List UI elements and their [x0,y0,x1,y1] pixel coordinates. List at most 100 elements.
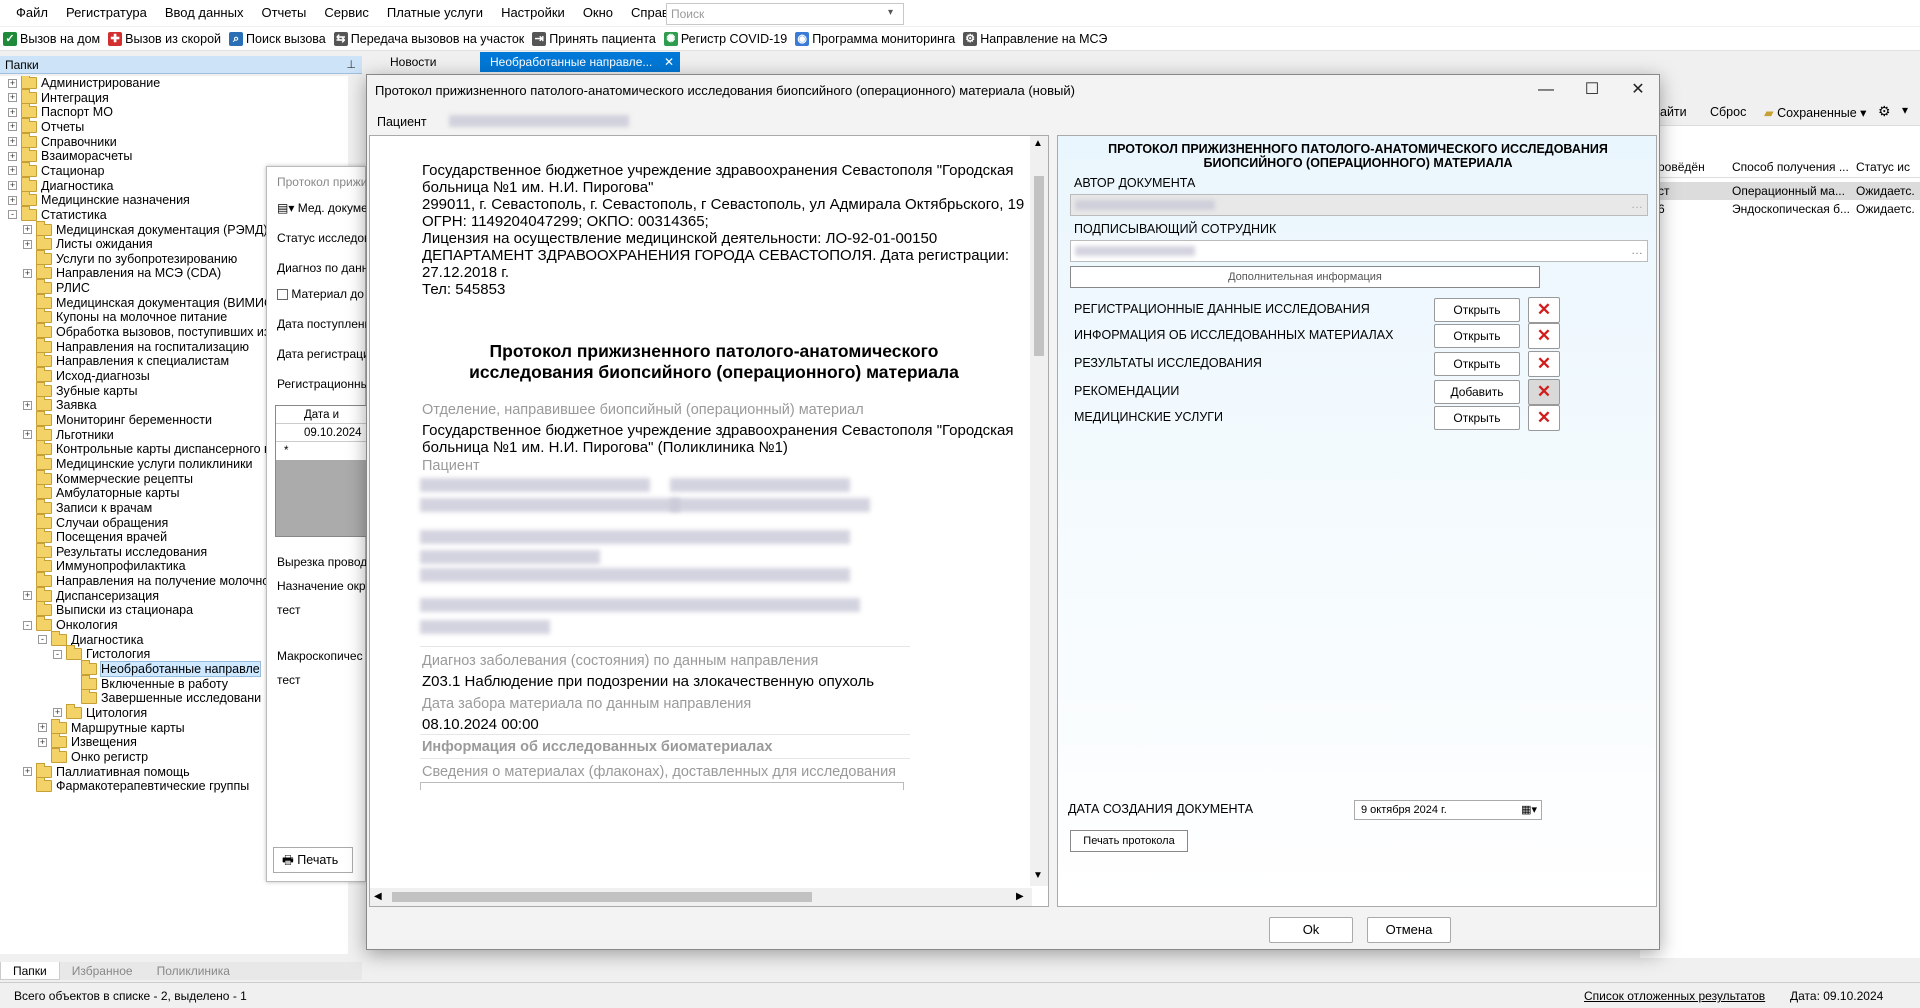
add-button[interactable]: Добавить [1434,380,1520,404]
maximize-icon[interactable]: ☐ [1569,77,1615,103]
author-field[interactable]: … [1070,194,1648,216]
expand-icon[interactable]: + [23,591,32,601]
chevron-down-icon[interactable]: ▾ [1902,103,1908,117]
more-icon[interactable]: … [1631,243,1643,257]
checkbox-icon[interactable] [277,289,288,301]
menu-item[interactable]: Регистратура [57,0,156,26]
toolbar-button[interactable]: ⇥ Принять пациента [529,28,661,50]
expand-icon[interactable]: + [23,239,32,249]
expand-icon[interactable]: + [38,737,47,747]
collapse-icon[interactable]: - [8,210,17,220]
open-button[interactable]: Открыть [1434,324,1520,348]
delete-icon[interactable]: ✕ [1528,297,1560,323]
chevron-up-icon[interactable]: ▲ [1033,138,1043,149]
toolbar-button[interactable]: ⌕ Поиск вызова [226,28,331,50]
chevron-down-icon[interactable]: ▾ [888,7,893,18]
expand-icon[interactable]: + [8,181,17,191]
open-button[interactable]: Открыть [1434,352,1520,376]
expand-icon[interactable]: + [8,122,17,132]
created-date-picker[interactable]: 9 октября 2024 г. ▦▾ [1354,800,1542,820]
expand-icon[interactable]: + [23,225,32,234]
print-button[interactable]: 🖶 Печать [273,847,353,873]
expand-icon[interactable]: + [53,708,62,718]
delete-icon[interactable]: ✕ [1528,351,1560,377]
collapse-icon[interactable]: - [38,635,47,645]
chevron-right-icon[interactable]: ▶ [1016,891,1024,902]
menu-item[interactable]: Сервис [315,0,378,26]
search-input[interactable] [666,3,904,25]
open-button[interactable]: Открыть [1434,406,1520,430]
expand-icon[interactable]: + [8,107,17,117]
minimize-icon[interactable]: — [1523,77,1569,103]
toolbar-button[interactable]: ⇆ Передача вызовов на участок [331,28,530,50]
toolbar-button[interactable]: ◉ Программа мониторинга [792,28,960,50]
tab-favorites[interactable]: Избранное [60,962,145,980]
open-button[interactable]: Открыть [1434,298,1520,322]
menu-item[interactable]: Файл [0,0,57,26]
tab-news[interactable]: Новости [380,52,446,72]
expand-icon[interactable]: + [38,723,47,733]
toolbar-button[interactable]: ✓ Вызов на дом [0,28,105,50]
cancel-button[interactable]: Отмена [1367,917,1451,943]
close-icon[interactable]: ✕ [664,52,674,72]
table-row[interactable]: ст Операционный ма... Ожидаетс. [1658,182,1920,200]
toolbar-button[interactable]: ✚ Вызов из скорой [105,28,226,50]
tab-polyclinic[interactable]: Поликлиника [145,962,242,980]
col-header[interactable]: Способ получения ... [1732,160,1849,174]
macro-value[interactable]: тест [277,673,301,687]
print-protocol-button[interactable]: Печать протокола [1070,830,1188,852]
horizontal-scrollbar[interactable]: ◀ ▶ [370,888,1032,906]
chevron-down-icon[interactable]: ▼ [1033,870,1043,881]
tab-folders[interactable]: Папки [0,962,60,980]
table-row[interactable]: 6 Эндоскопическая б... Ожидаетс. [1658,200,1920,218]
col-header[interactable]: ровёдён [1658,160,1705,174]
settings-icon[interactable]: ⚙ [1878,103,1891,120]
tree-node[interactable]: Фармакотерапевтические группы [23,777,249,795]
table-row[interactable]: 09.10.2024 0 [276,424,368,457]
expand-icon[interactable]: + [8,166,17,176]
col-header[interactable]: Дата и врем [276,406,368,439]
toolbar-button[interactable]: ✺ Регистр COVID-19 [661,28,792,50]
new-row-marker[interactable]: * [276,442,368,460]
saved-filters-button[interactable]: ▰ Сохраненные ▾ [1764,105,1866,120]
scrollbar-thumb[interactable] [392,892,812,902]
signer-field[interactable]: … [1070,240,1648,262]
scrollbar-thumb[interactable] [1034,176,1044,356]
menu-item[interactable]: Платные услуги [378,0,492,26]
menu-item[interactable]: Окно [574,0,622,26]
purpose-value[interactable]: тест [277,603,301,617]
collapse-icon[interactable]: - [23,620,32,630]
expand-icon[interactable]: + [23,268,32,278]
menu-item[interactable]: Отчеты [252,0,315,26]
reset-button[interactable]: Сброс [1710,105,1746,119]
close-icon[interactable]: ✕ [1615,77,1661,103]
menu-item[interactable]: Ввод данных [156,0,253,26]
expand-icon[interactable]: + [23,767,32,777]
toolbar-button[interactable]: ⚙ Направление на МСЭ [960,28,1112,50]
vertical-scrollbar[interactable]: ▲ ▼ [1030,136,1048,886]
expand-icon[interactable]: + [23,430,32,440]
menu-item[interactable]: Настройки [492,0,574,26]
delete-icon[interactable]: ✕ [1528,323,1560,349]
deferred-results-link[interactable]: Список отложенных результатов [1584,989,1765,1003]
collapse-icon[interactable]: - [53,649,62,659]
find-button[interactable]: айти [1660,105,1687,119]
expand-icon[interactable]: + [8,151,17,161]
col-header[interactable]: Статус ис [1856,160,1910,174]
document-type-button[interactable]: ▤▾ Мед. докуме [277,201,368,215]
expand-icon[interactable]: + [8,93,17,103]
ok-button[interactable]: Ok [1269,917,1353,943]
pin-icon[interactable]: ⊥ [346,56,356,74]
expand-icon[interactable]: + [8,78,17,88]
delete-icon[interactable]: ✕ [1528,405,1560,431]
chevron-left-icon[interactable]: ◀ [374,891,382,902]
additional-info-button[interactable]: Дополнительная информация [1070,266,1540,288]
calendar-icon[interactable]: ▦▾ [1521,801,1537,819]
more-icon[interactable]: … [1631,197,1643,211]
tab-unprocessed[interactable]: Необработанные направле... ✕ [480,52,680,72]
expand-icon[interactable]: + [8,137,17,147]
delete-icon[interactable]: ✕ [1528,379,1560,405]
material-checkbox[interactable]: Материал до [277,287,364,301]
expand-icon[interactable]: + [23,400,32,410]
expand-icon[interactable]: + [8,195,17,205]
